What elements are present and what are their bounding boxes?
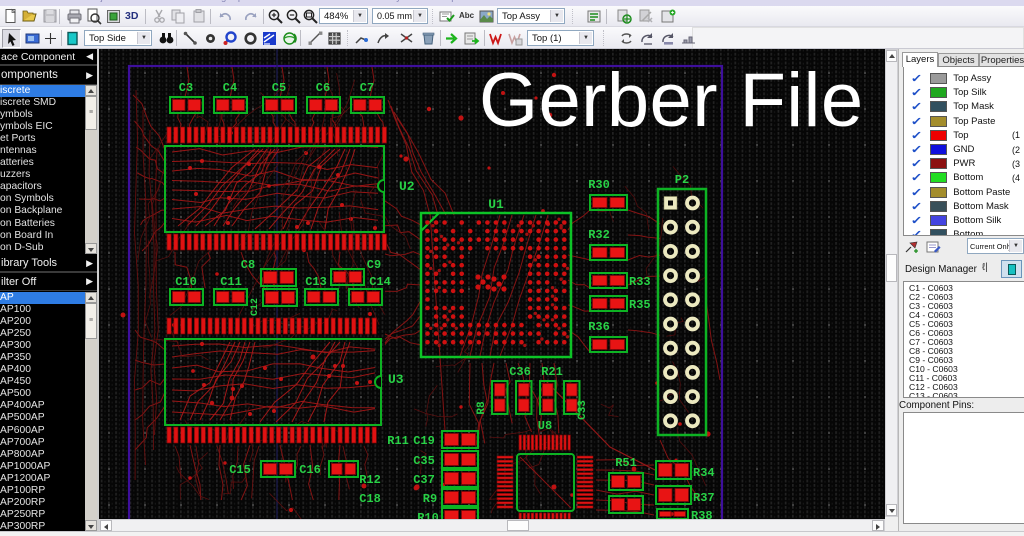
svg-text:P2: P2 xyxy=(675,173,689,187)
svg-text:Gerber File: Gerber File xyxy=(479,58,864,143)
svg-text:C3: C3 xyxy=(179,81,193,95)
svg-text:C14: C14 xyxy=(369,275,391,289)
svg-text:C8: C8 xyxy=(241,258,255,272)
svg-text:R9: R9 xyxy=(423,492,437,506)
svg-text:C36: C36 xyxy=(509,365,531,379)
svg-text:C4: C4 xyxy=(223,81,237,95)
svg-text:C6: C6 xyxy=(316,81,330,95)
svg-text:C15: C15 xyxy=(229,463,251,477)
svg-text:R37: R37 xyxy=(693,491,715,505)
svg-text:C12: C12 xyxy=(250,298,261,316)
svg-text:C7: C7 xyxy=(360,81,374,95)
svg-text:R21: R21 xyxy=(541,365,563,379)
svg-text:C37: C37 xyxy=(413,473,435,487)
svg-text:C35: C35 xyxy=(413,454,435,468)
svg-text:C11: C11 xyxy=(220,275,242,289)
svg-text:C33: C33 xyxy=(577,400,589,420)
svg-text:R10: R10 xyxy=(417,511,439,519)
svg-text:C13: C13 xyxy=(305,275,327,289)
svg-text:C9: C9 xyxy=(367,258,381,272)
svg-text:C18: C18 xyxy=(359,492,381,506)
svg-text:R12: R12 xyxy=(359,473,381,487)
svg-text:U2: U2 xyxy=(399,179,415,194)
svg-text:R51: R51 xyxy=(615,456,637,470)
svg-text:R33: R33 xyxy=(629,275,651,289)
svg-text:R34: R34 xyxy=(693,466,715,480)
svg-text:C16: C16 xyxy=(299,463,321,477)
svg-text:R32: R32 xyxy=(588,228,610,242)
svg-text:C10: C10 xyxy=(175,275,197,289)
svg-text:R11: R11 xyxy=(387,434,409,448)
svg-text:R30: R30 xyxy=(588,178,610,192)
svg-text:C5: C5 xyxy=(272,81,286,95)
svg-text:R8: R8 xyxy=(476,401,488,415)
svg-text:U8: U8 xyxy=(538,419,552,433)
svg-text:C19: C19 xyxy=(413,434,435,448)
svg-text:U1: U1 xyxy=(488,197,504,212)
svg-text:R35: R35 xyxy=(629,298,651,312)
svg-text:U3: U3 xyxy=(388,372,404,387)
svg-text:R38: R38 xyxy=(691,509,713,519)
svg-text:R36: R36 xyxy=(588,320,610,334)
